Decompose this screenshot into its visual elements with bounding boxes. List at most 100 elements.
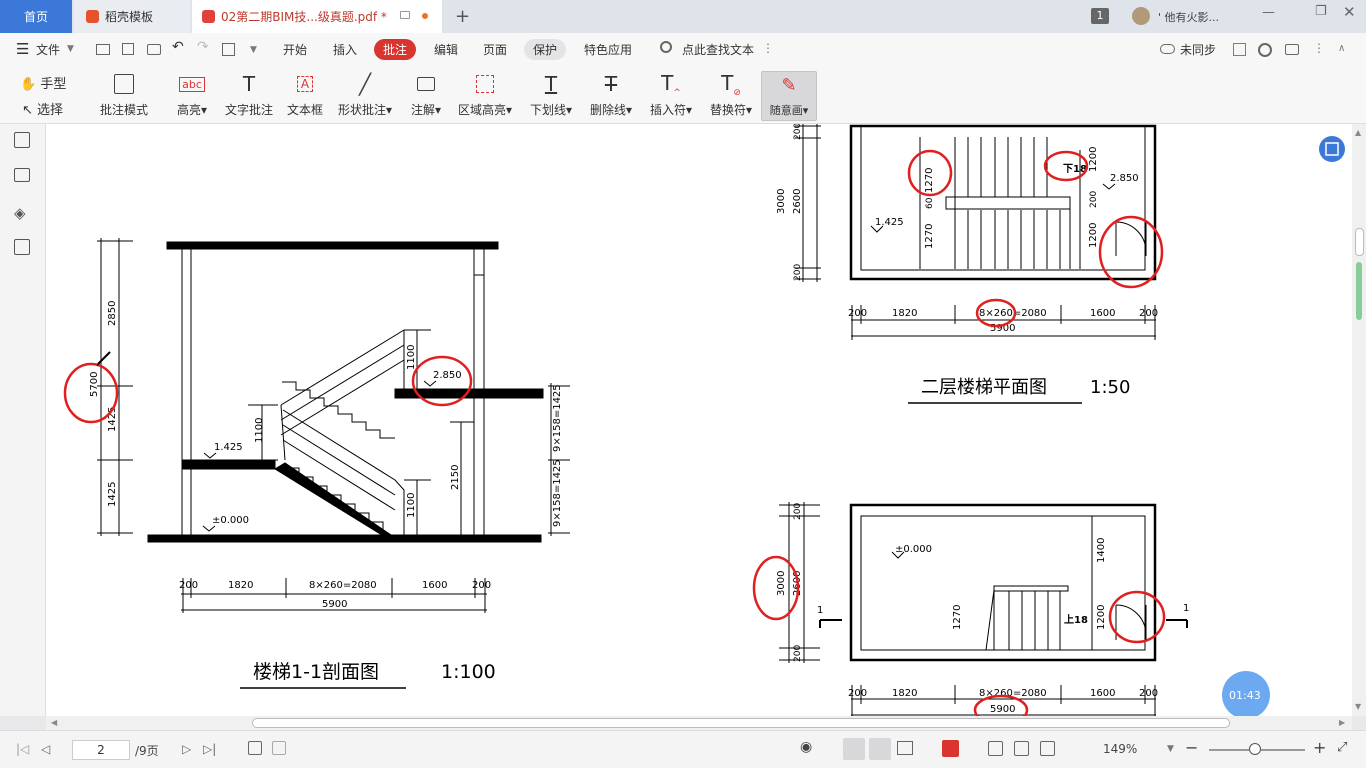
section-dim-bottom-4: 200 xyxy=(472,580,491,591)
last-page-icon[interactable]: ▷| xyxy=(203,742,216,756)
section-dim-right-1: 9×158=1425 xyxy=(552,459,563,527)
menu-page[interactable]: 页面 xyxy=(483,41,507,58)
menu-features[interactable]: 特色应用 xyxy=(584,41,632,58)
actual-size-icon[interactable] xyxy=(988,741,1003,756)
scroll-down-icon[interactable]: ▼ xyxy=(1355,702,1361,711)
shape-annotation-button[interactable]: ╱ 形状批注▾ xyxy=(334,71,396,121)
menu-start[interactable]: 开始 xyxy=(283,41,307,58)
single-page-view-icon[interactable] xyxy=(843,738,865,760)
scroll-left-icon[interactable]: ◀ xyxy=(51,718,57,727)
underline-button[interactable]: T 下划线▾ xyxy=(527,71,575,121)
note-button[interactable]: 注解▾ xyxy=(406,71,446,121)
zoom-out-icon[interactable]: − xyxy=(1185,738,1198,757)
eye-protection-icon[interactable]: ◉ xyxy=(800,739,812,755)
comment-icon[interactable] xyxy=(1285,44,1299,55)
new-tab-button[interactable]: + xyxy=(455,6,470,27)
tab-document[interactable]: 02第二期BIM技...级真题.pdf * xyxy=(192,0,442,33)
document-canvas[interactable]: 2850 5700 1425 1425 1100 1100 1100 2150 … xyxy=(46,124,1352,716)
more-menu-icon[interactable]: ⋮ xyxy=(762,41,774,55)
user-name[interactable]: ' 他有火影... xyxy=(1158,9,1219,25)
freehand-draw-button[interactable]: ✎ 随意画▾ xyxy=(761,71,817,121)
scrollbar-thumb[interactable] xyxy=(1355,228,1364,256)
section-dim-inner-3: 2150 xyxy=(450,465,461,490)
continuous-view-icon[interactable] xyxy=(869,738,891,760)
play-icon[interactable] xyxy=(942,740,959,757)
replace-mark-button[interactable]: T⊘ 替换符▾ xyxy=(706,71,756,121)
tab-home[interactable]: 首页 xyxy=(0,0,72,33)
horizontal-scrollbar-thumb[interactable] xyxy=(252,718,1230,728)
print-icon[interactable] xyxy=(147,44,161,55)
back-icon[interactable] xyxy=(248,741,262,755)
annotation-circle-door-upper[interactable] xyxy=(1098,215,1164,289)
highlight-button[interactable]: abc 高亮▾ xyxy=(174,71,210,121)
zoom-in-icon[interactable]: + xyxy=(1313,738,1326,757)
two-page-view-icon[interactable] xyxy=(897,741,913,755)
status-bar: |◁ ◁ 2 /9页 ▷ ▷| ◉ 149% ▼ − + ⤢ xyxy=(0,730,1366,768)
menu-file[interactable]: 文件 xyxy=(36,41,60,58)
zoom-dropdown-icon[interactable]: ▼ xyxy=(1167,744,1174,754)
tab-template[interactable]: 稻壳模板 xyxy=(74,0,190,33)
page-number-input[interactable]: 2 xyxy=(72,740,130,760)
sync-status[interactable]: 未同步 xyxy=(1180,41,1216,58)
fullscreen-icon[interactable]: ⤢ xyxy=(1337,740,1347,755)
close-icon[interactable]: ✕ xyxy=(1343,3,1356,21)
window-counter-badge[interactable]: 1 xyxy=(1091,8,1109,24)
pdf-icon xyxy=(202,10,215,23)
save-icon[interactable] xyxy=(122,43,134,55)
more-options-icon[interactable]: ⋮ xyxy=(1313,41,1325,55)
minimize-icon[interactable]: — xyxy=(1262,5,1275,20)
monitor-icon[interactable] xyxy=(400,11,410,19)
bookmark-icon[interactable]: ◈ xyxy=(14,204,34,224)
vertical-scrollbar[interactable]: ▲ ▼ xyxy=(1352,124,1366,716)
annotation-list-icon[interactable] xyxy=(14,239,30,255)
text-note-icon: T xyxy=(242,72,256,96)
next-page-icon[interactable]: ▷ xyxy=(182,742,191,756)
scroll-up-icon[interactable]: ▲ xyxy=(1355,128,1361,137)
thumbnail-icon[interactable] xyxy=(14,168,30,182)
restore-icon[interactable]: ❐ xyxy=(1315,4,1327,19)
select-tool[interactable]: ↖ 选择 xyxy=(22,99,63,118)
open-folder-icon[interactable] xyxy=(96,44,110,55)
fit-page-icon[interactable] xyxy=(1014,741,1029,756)
plan2-title: 二层楼梯平面图 xyxy=(921,377,1047,398)
search-icon[interactable] xyxy=(660,41,672,53)
annotation-mode-button[interactable]: 批注模式 xyxy=(96,71,152,121)
text-box-button[interactable]: A 文本框 xyxy=(284,71,326,121)
hamburger-icon[interactable]: ☰ xyxy=(16,40,29,58)
menu-edit[interactable]: 编辑 xyxy=(434,41,458,58)
hand-tool[interactable]: ✋ 手型 xyxy=(20,73,66,92)
select-tool-label: 选择 xyxy=(37,103,64,118)
horizontal-scrollbar[interactable]: ◀ ▶ xyxy=(46,716,1352,730)
redo-icon[interactable]: ↷ xyxy=(197,39,209,55)
area-highlight-button[interactable]: 区域高亮▾ xyxy=(455,71,515,121)
collapse-ribbon-icon[interactable]: ∧ xyxy=(1338,43,1345,54)
floating-clock[interactable]: 01:43 xyxy=(1222,671,1270,716)
chevron-down-icon[interactable]: ▼ xyxy=(67,44,74,54)
strikethrough-button[interactable]: T 删除线▾ xyxy=(586,71,636,121)
floating-tools-button[interactable] xyxy=(1319,136,1345,162)
cloud-icon[interactable] xyxy=(1160,44,1175,54)
menu-insert[interactable]: 插入 xyxy=(333,41,357,58)
forward-icon[interactable] xyxy=(272,741,286,755)
fit-width-icon[interactable] xyxy=(1040,741,1055,756)
menu-annotate[interactable]: 批注 xyxy=(374,39,417,60)
export-icon[interactable] xyxy=(222,43,235,56)
avatar[interactable] xyxy=(1132,7,1150,25)
undo-icon[interactable]: ↶ xyxy=(172,39,184,55)
insert-mark-button[interactable]: T^ 插入符▾ xyxy=(646,71,696,121)
zoom-level[interactable]: 149% xyxy=(1103,742,1137,756)
first-page-icon[interactable]: |◁ xyxy=(16,742,29,756)
plan1-dim-left-0: 200 xyxy=(793,503,803,520)
search-text-button[interactable]: 点此查找文本 xyxy=(682,41,754,58)
share-icon[interactable] xyxy=(1233,43,1246,56)
scroll-right-icon[interactable]: ▶ xyxy=(1339,718,1345,727)
more-quick-icon[interactable]: ▼ xyxy=(250,45,257,55)
text-note-button[interactable]: T 文字批注 xyxy=(222,71,276,121)
zoom-slider-thumb[interactable] xyxy=(1249,743,1261,755)
menu-protect[interactable]: 保护 xyxy=(524,39,567,60)
prev-page-icon[interactable]: ◁ xyxy=(41,742,50,756)
settings-icon[interactable] xyxy=(1258,43,1272,57)
plan2-dim-left-2: 2600 xyxy=(792,189,803,214)
outline-icon[interactable] xyxy=(14,132,30,148)
elevation-2850: 2.850 xyxy=(433,370,462,381)
